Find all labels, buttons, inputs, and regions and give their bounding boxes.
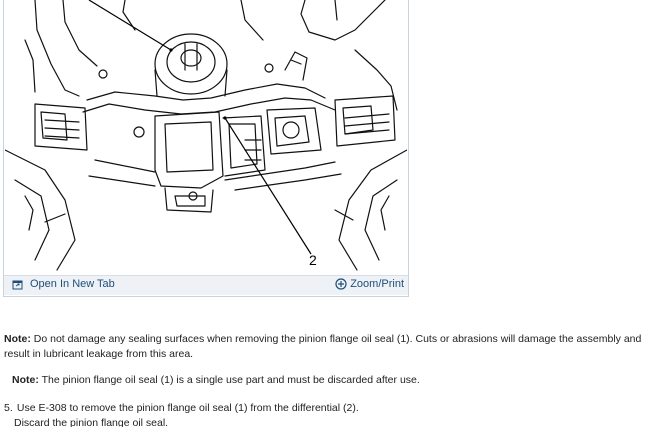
note-label: Note: (4, 333, 31, 345)
step-sub-text: Discard the pinion flange oil seal. (14, 417, 169, 427)
note-text: The pinion flange oil seal (1) is a sing… (38, 374, 420, 386)
zoom-plus-icon (335, 278, 347, 290)
open-in-new-tab-label: Open In New Tab (30, 278, 115, 290)
figure-toolbar: Open In New Tab Zoom/Print (4, 275, 408, 295)
note-sealing-surfaces: Note: Do not damage any sealing surfaces… (4, 332, 648, 362)
differential-illustration: 2 (5, 0, 407, 274)
figure-container: 2 Open In New Tab Zoom/Print (3, 0, 409, 297)
zoom-print-link[interactable]: Zoom/Print (335, 278, 404, 290)
open-new-tab-icon (12, 279, 24, 290)
step-text: Use E-308 to remove the pinion flange oi… (16, 402, 359, 414)
zoom-print-label: Zoom/Print (350, 278, 404, 290)
note-label: Note: (12, 374, 39, 386)
note-single-use: Note: The pinion flange oil seal (1) is … (12, 373, 650, 388)
note-text: Do not damage any sealing surfaces when … (4, 333, 642, 360)
open-in-new-tab-link[interactable]: Open In New Tab (12, 278, 115, 290)
step-number: 5. (4, 402, 13, 414)
callout-label-2: 2 (309, 252, 317, 268)
page: 2 Open In New Tab Zoom/Print Note: Do no… (0, 0, 650, 427)
procedure-step-5: 5. Use E-308 to remove the pinion flange… (4, 401, 646, 427)
